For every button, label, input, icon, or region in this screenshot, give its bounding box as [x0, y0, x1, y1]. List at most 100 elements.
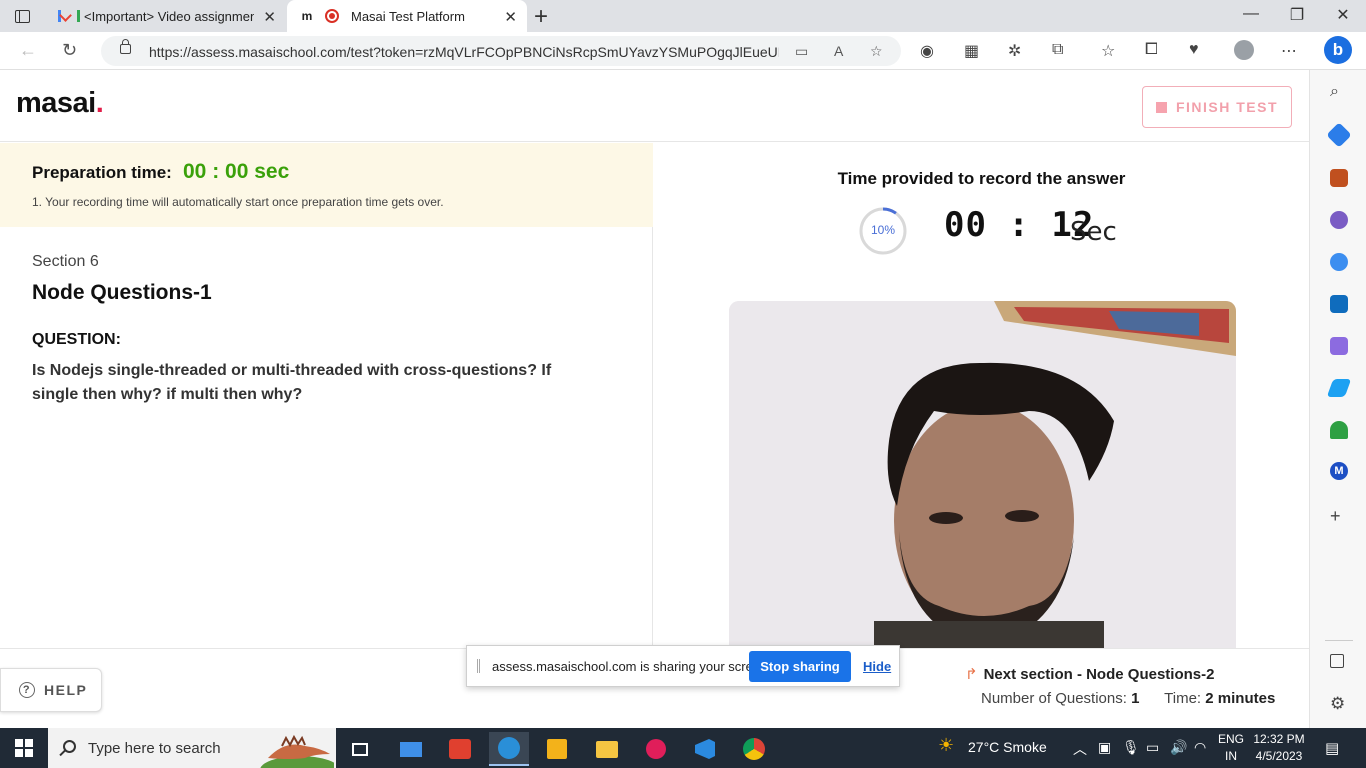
- windows-start-icon[interactable]: [15, 739, 33, 757]
- tray-device-icon[interactable]: ▣: [1098, 739, 1111, 756]
- search-icon[interactable]: ⌕: [1330, 83, 1348, 101]
- calculator-extension-icon[interactable]: ▦: [964, 41, 979, 61]
- question-label: QUESTION:: [32, 331, 121, 348]
- more-menu-icon[interactable]: ⋯: [1281, 41, 1297, 61]
- prep-label: Preparation time:: [32, 163, 172, 182]
- bug-extension-icon[interactable]: ✲: [1008, 41, 1021, 61]
- restore-icon[interactable]: ❐: [1274, 5, 1320, 25]
- browser-tab-bar: <Important> Video assignment ✕ m Masai T…: [0, 0, 1366, 32]
- url-field[interactable]: https://assess.masaischool.com/test?toke…: [101, 36, 901, 66]
- taskbar-search[interactable]: Type here to search: [48, 728, 336, 768]
- webcam-preview: [729, 301, 1236, 649]
- close-window-icon[interactable]: ✕: [1320, 5, 1366, 25]
- refresh-icon[interactable]: ↻: [62, 40, 77, 61]
- bing-chat-icon[interactable]: b: [1324, 36, 1352, 64]
- time-label: Time:: [1164, 690, 1202, 707]
- time-value: 2 minutes: [1205, 690, 1276, 707]
- file-explorer-icon[interactable]: [587, 732, 627, 766]
- close-tab-icon[interactable]: ✕: [263, 8, 276, 26]
- volume-icon[interactable]: 🔊: [1170, 739, 1187, 756]
- lock-icon: [120, 39, 131, 54]
- slack-icon[interactable]: [636, 732, 676, 766]
- office-icon[interactable]: [1330, 253, 1348, 271]
- outlook-icon[interactable]: [1330, 295, 1348, 313]
- pokeball-extension-icon[interactable]: ◉: [920, 41, 934, 61]
- drag-handle-icon[interactable]: [477, 659, 480, 673]
- task-view-icon[interactable]: [340, 732, 380, 766]
- language-indicator[interactable]: ENG IN: [1218, 731, 1244, 765]
- weather-text[interactable]: 27°C Smoke: [968, 739, 1047, 755]
- add-icon[interactable]: +: [1330, 506, 1348, 526]
- section-title: Node Questions-1: [32, 281, 212, 304]
- mail-app-icon[interactable]: [391, 732, 431, 766]
- wps-office-icon[interactable]: [440, 732, 480, 766]
- profile-avatar[interactable]: [1234, 40, 1254, 60]
- new-tab-icon[interactable]: +: [534, 3, 548, 31]
- hide-link[interactable]: Hide: [863, 659, 891, 674]
- favorite-add-icon[interactable]: ☆: [870, 43, 883, 60]
- tab-title: <Important> Video assignment: [84, 8, 254, 24]
- url-text: https://assess.masaischool.com/test?toke…: [149, 44, 779, 60]
- question-panel: Preparation time: 00 : 00 sec 1. Your re…: [0, 143, 653, 719]
- store-icon[interactable]: [537, 732, 577, 766]
- games-icon[interactable]: [1330, 211, 1348, 229]
- chrome-icon[interactable]: [734, 732, 774, 766]
- sharing-message: assess.masaischool.com is sharing your s…: [492, 659, 771, 674]
- clock-date: 4/5/2023: [1255, 749, 1303, 763]
- back-icon[interactable]: ←: [19, 40, 37, 61]
- collections-icon[interactable]: ⧠: [1145, 41, 1158, 59]
- sidebar-divider: [1325, 640, 1353, 641]
- minimize-icon[interactable]: —: [1228, 5, 1274, 23]
- prep-timer: 00 : 00 sec: [183, 160, 290, 183]
- stop-sharing-button[interactable]: Stop sharing: [749, 651, 851, 682]
- designer-icon[interactable]: [1330, 337, 1348, 355]
- section-label: Section 6: [32, 253, 99, 270]
- taskbar-search-placeholder: Type here to search: [88, 740, 221, 757]
- edge-browser-icon[interactable]: [489, 732, 529, 766]
- finish-test-button[interactable]: FINISH TEST: [1142, 86, 1292, 128]
- record-timer-unit: Sec: [1070, 217, 1117, 247]
- camera-icon[interactable]: ▭: [795, 43, 808, 60]
- notifications-icon[interactable]: ▤: [1325, 739, 1339, 757]
- read-aloud-icon[interactable]: A: [834, 43, 843, 59]
- windows-taskbar: Type here to search ☀ 27°C Smoke ︿ ▣ 🎙 ▭…: [0, 728, 1366, 768]
- favorites-icon[interactable]: ☆: [1101, 41, 1115, 61]
- tab-masai[interactable]: m Masai Test Platform ✕: [287, 0, 527, 32]
- page-header: masai. FINISH TEST: [0, 71, 1309, 142]
- battery-icon[interactable]: ▭: [1146, 739, 1159, 756]
- masai-icon: m: [301, 9, 313, 23]
- clock[interactable]: 12:32 PM 4/5/2023: [1250, 731, 1308, 765]
- screen-sharing-bar: assess.masaischool.com is sharing your s…: [466, 645, 900, 687]
- settings-gear-icon[interactable]: ⚙: [1330, 694, 1348, 713]
- weather-icon: ☀: [938, 735, 955, 755]
- help-label: HELP: [44, 682, 88, 698]
- shopping-icon[interactable]: [1326, 122, 1352, 148]
- gmail-icon: [58, 8, 80, 24]
- help-button[interactable]: ? HELP: [0, 668, 102, 712]
- send-icon[interactable]: [1326, 379, 1352, 397]
- m-app-icon[interactable]: M: [1330, 462, 1348, 480]
- stop-icon: [1155, 101, 1167, 113]
- wifi-icon[interactable]: ◠: [1194, 739, 1206, 756]
- test-page: masai. FINISH TEST Preparation time: 00 …: [0, 71, 1309, 728]
- close-tab-icon[interactable]: ✕: [504, 8, 517, 26]
- recording-title: Time provided to record the answer: [837, 169, 1126, 188]
- tab-gmail[interactable]: <Important> Video assignment ✕: [48, 0, 286, 32]
- recording-panel: Time provided to record the answer 10% 0…: [654, 143, 1309, 719]
- tree-icon[interactable]: [1330, 421, 1348, 439]
- tab-actions-icon[interactable]: [10, 6, 34, 26]
- question-text: Is Nodejs single-threaded or multi-threa…: [32, 362, 552, 403]
- next-section-title: ↱ Next section - Node Questions-2: [965, 666, 1215, 683]
- questions-count-value: 1: [1131, 690, 1140, 707]
- dinosaur-icon: [260, 734, 334, 768]
- questions-count-label: Number of Questions:: [981, 690, 1127, 707]
- preparation-banner: Preparation time: 00 : 00 sec 1. Your re…: [0, 143, 653, 227]
- microphone-icon[interactable]: 🎙: [1122, 739, 1140, 756]
- sidebar-panel-icon[interactable]: [1330, 654, 1344, 668]
- tools-icon[interactable]: [1330, 169, 1348, 187]
- vscode-icon[interactable]: [685, 732, 725, 766]
- next-section-meta: Number of Questions: 1 Time: 2 minutes: [981, 690, 1275, 707]
- tray-chevron-icon[interactable]: ︿: [1073, 739, 1087, 759]
- extensions-icon[interactable]: ⧉: [1052, 41, 1063, 59]
- performance-icon[interactable]: ♥: [1189, 41, 1199, 59]
